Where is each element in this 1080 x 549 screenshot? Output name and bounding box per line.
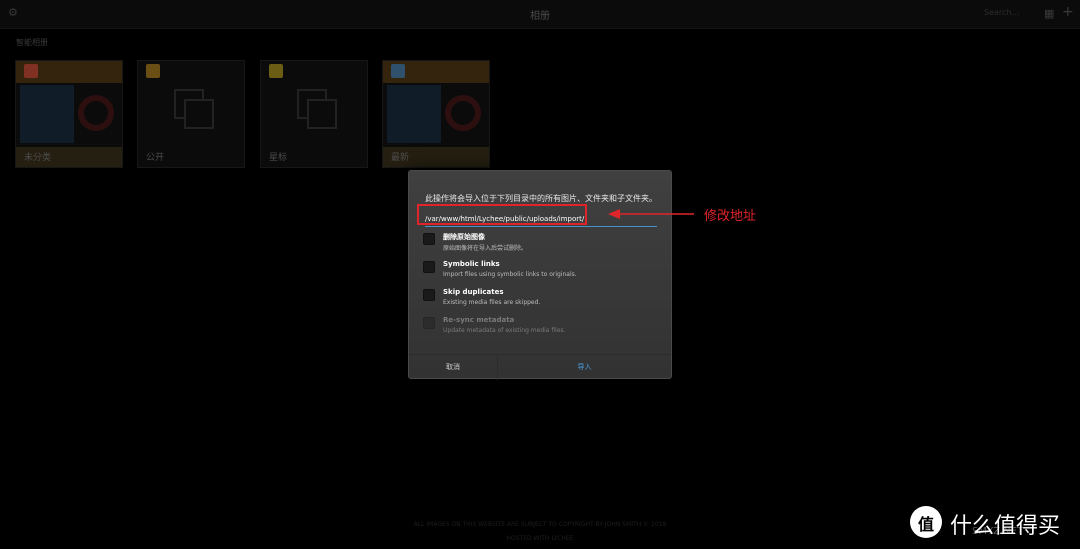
watermark: 值 什么值得买 SMYZ.NET bbox=[910, 506, 1070, 542]
import-dialog: 此操作将会导入位于下列目录中的所有图片、文件夹和子文件夹。 删除原始图像 原始图… bbox=[408, 170, 672, 380]
album-label: 公开 bbox=[146, 153, 165, 163]
album-public[interactable]: 公开 bbox=[137, 60, 245, 168]
option-description: Existing media files are skipped. bbox=[443, 299, 541, 306]
top-toolbar: ⚙ 相册 Search… ▦ + bbox=[0, 0, 1080, 29]
watermark-logo-icon: 值 bbox=[910, 506, 942, 538]
option-description: 原始图像将在导入后尝试删除。 bbox=[443, 245, 528, 252]
cancel-button[interactable]: 取消 bbox=[409, 355, 497, 380]
search-input[interactable]: Search… bbox=[984, 8, 1019, 17]
album-badge-icon bbox=[146, 64, 160, 78]
option-title: Symbolic links bbox=[443, 260, 500, 268]
checkbox[interactable] bbox=[423, 233, 435, 245]
page-title: 相册 bbox=[530, 11, 550, 22]
album-badge-icon bbox=[391, 64, 405, 78]
album-recent[interactable]: 最新 bbox=[382, 60, 490, 168]
dialog-description: 此操作将会导入位于下列目录中的所有图片、文件夹和子文件夹。 bbox=[425, 194, 657, 203]
album-badge-icon bbox=[269, 64, 283, 78]
section-title: 智能相册 bbox=[16, 38, 48, 47]
annotation-arrow-icon bbox=[608, 209, 694, 219]
album-placeholder-icon bbox=[297, 89, 337, 129]
album-label: 最新 bbox=[391, 153, 410, 163]
import-button[interactable]: 导入 bbox=[497, 355, 671, 380]
option-title: Skip duplicates bbox=[443, 288, 504, 296]
option-title: 删除原始图像 bbox=[443, 233, 485, 241]
option-title: Re-sync metadata bbox=[443, 316, 515, 324]
checkbox[interactable] bbox=[423, 261, 435, 273]
checkbox bbox=[423, 317, 435, 329]
grid-icon[interactable]: ▦ bbox=[1044, 7, 1054, 20]
annotation-label: 修改地址 bbox=[704, 209, 757, 224]
album-starred[interactable]: 星标 bbox=[260, 60, 368, 168]
album-placeholder-icon bbox=[174, 89, 214, 129]
checkbox[interactable] bbox=[423, 289, 435, 301]
option-description: Update metadata of existing media files. bbox=[443, 327, 566, 334]
album-label: 星标 bbox=[269, 153, 288, 163]
dialog-actions: 取消 导入 bbox=[409, 354, 671, 380]
option-description: Import files using symbolic links to ori… bbox=[443, 271, 577, 278]
watermark-subtext: SMYZ.NET bbox=[972, 526, 1024, 537]
album-unsorted[interactable]: 未分类 bbox=[15, 60, 123, 168]
album-badge-icon bbox=[24, 64, 38, 78]
annotation-highlight-box bbox=[417, 204, 587, 225]
plus-icon[interactable]: + bbox=[1062, 4, 1074, 20]
album-label: 未分类 bbox=[24, 153, 52, 163]
